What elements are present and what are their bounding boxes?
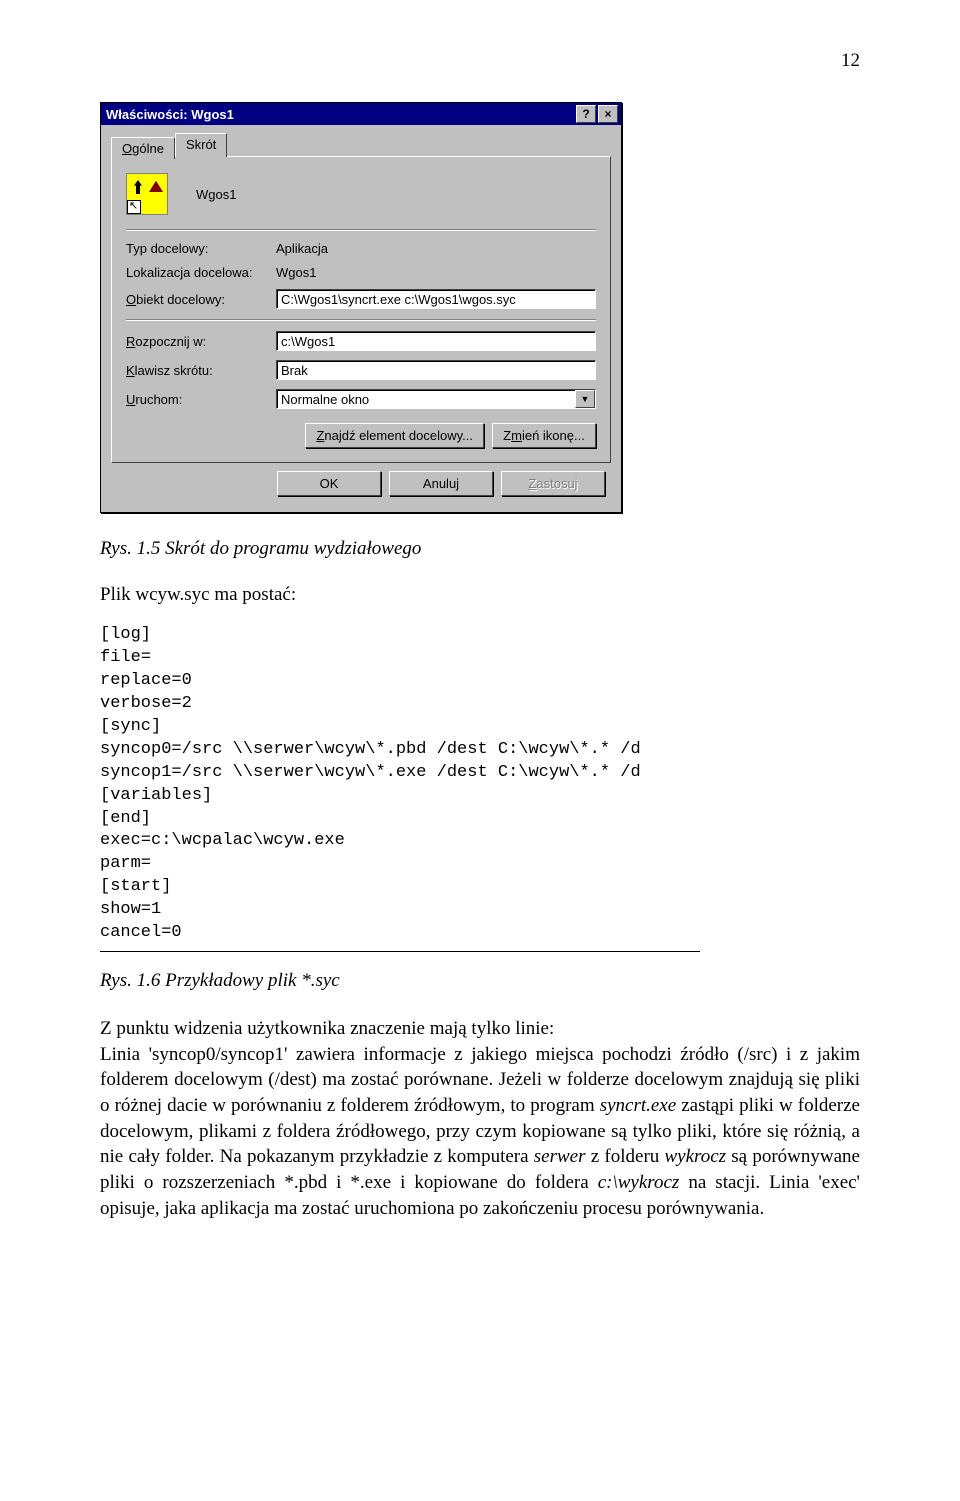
target-location-value: Wgos1 bbox=[276, 265, 316, 280]
divider bbox=[126, 319, 596, 321]
shortcut-key-input[interactable] bbox=[276, 360, 596, 380]
cancel-button[interactable]: Anuluj bbox=[389, 471, 493, 496]
target-type-value: Aplikacja bbox=[276, 241, 328, 256]
target-object-input[interactable] bbox=[276, 289, 596, 309]
target-location-label: Lokalizacja docelowa: bbox=[126, 265, 276, 280]
run-select-value: Normalne okno bbox=[277, 390, 575, 408]
app-name-label: Wgos1 bbox=[196, 187, 236, 202]
tab-panel-shortcut: Wgos1 Typ docelowy: Aplikacja Lokalizacj… bbox=[111, 156, 611, 463]
properties-dialog-screenshot: Właściwości: Wgos1 ? × Ogólne Skrót Wgos… bbox=[100, 102, 860, 513]
figure-caption-1-5: Rys. 1.5 Skrót do programu wydziałowego bbox=[100, 538, 860, 560]
shortcut-key-label: Klawisz skrótu: bbox=[126, 363, 276, 378]
start-in-input[interactable] bbox=[276, 331, 596, 351]
help-button[interactable]: ? bbox=[576, 105, 596, 123]
change-icon-button[interactable]: Zmień ikonę... bbox=[492, 423, 596, 448]
titlebar: Właściwości: Wgos1 ? × bbox=[101, 103, 621, 125]
run-label: Uruchom: bbox=[126, 392, 276, 407]
close-button[interactable]: × bbox=[598, 105, 618, 123]
find-target-button[interactable]: Znajdź element docelowy... bbox=[305, 423, 484, 448]
target-type-label: Typ docelowy: bbox=[126, 241, 276, 256]
shortcut-overlay-icon bbox=[127, 200, 141, 214]
start-in-label: Rozpocznij w: bbox=[126, 334, 276, 349]
page-number: 12 bbox=[100, 50, 860, 72]
explanation-paragraph: Z punktu widzenia użytkownika znaczenie … bbox=[100, 1016, 860, 1221]
window-title: Właściwości: Wgos1 bbox=[104, 107, 574, 122]
tab-general[interactable]: Ogólne bbox=[111, 137, 175, 159]
app-icon bbox=[126, 173, 168, 215]
syc-file-listing: [log] file= replace=0 verbose=2 [sync] s… bbox=[100, 624, 860, 945]
target-object-label: Obiekt docelowy: bbox=[126, 292, 276, 307]
divider bbox=[126, 229, 596, 231]
figure-caption-1-6: Rys. 1.6 Przykładowy plik *.syc bbox=[100, 970, 860, 992]
code-divider bbox=[100, 951, 700, 952]
intro-line: Plik wcyw.syc ma postać: bbox=[100, 584, 860, 606]
run-select[interactable]: Normalne okno ▼ bbox=[276, 389, 596, 409]
apply-button: Zastosuj bbox=[501, 471, 605, 496]
tab-strip: Ogólne Skrót bbox=[111, 133, 611, 157]
tab-shortcut[interactable]: Skrót bbox=[175, 133, 227, 157]
chevron-down-icon[interactable]: ▼ bbox=[575, 390, 595, 408]
ok-button[interactable]: OK bbox=[277, 471, 381, 496]
